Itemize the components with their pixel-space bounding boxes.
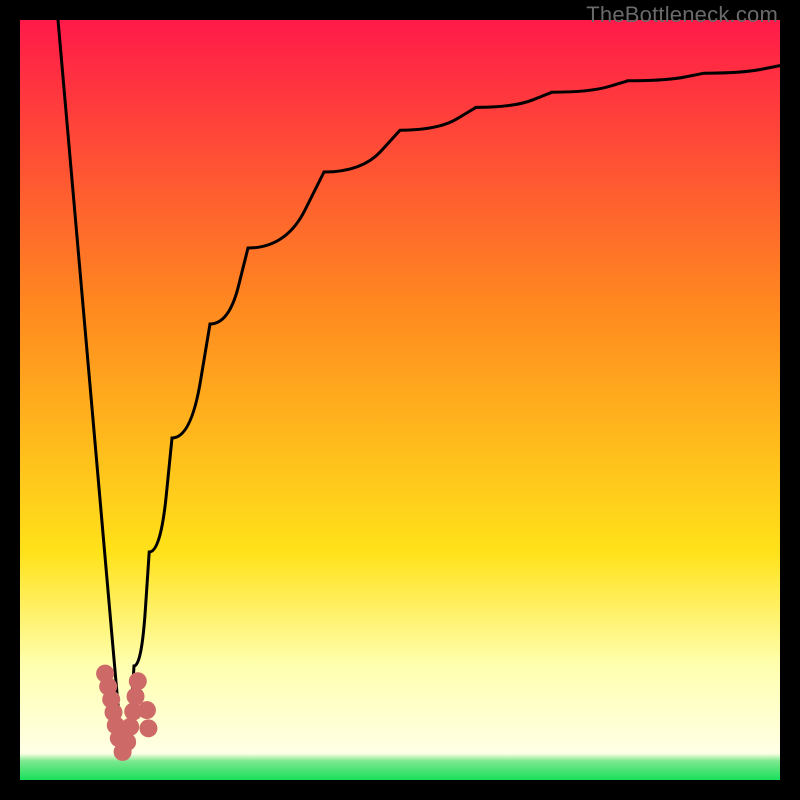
marker-dot (118, 733, 136, 751)
marker-dot (129, 672, 147, 690)
plot-area (20, 20, 780, 780)
left-line (58, 20, 123, 757)
marker-dot (139, 719, 157, 737)
right-curve (123, 66, 780, 758)
marker-dot (138, 701, 156, 719)
attribution-text: TheBottleneck.com (586, 2, 778, 28)
curve-layer (20, 20, 780, 780)
marker-dot (121, 718, 139, 736)
outer-frame: TheBottleneck.com (0, 0, 800, 800)
marker-cluster (96, 665, 157, 761)
